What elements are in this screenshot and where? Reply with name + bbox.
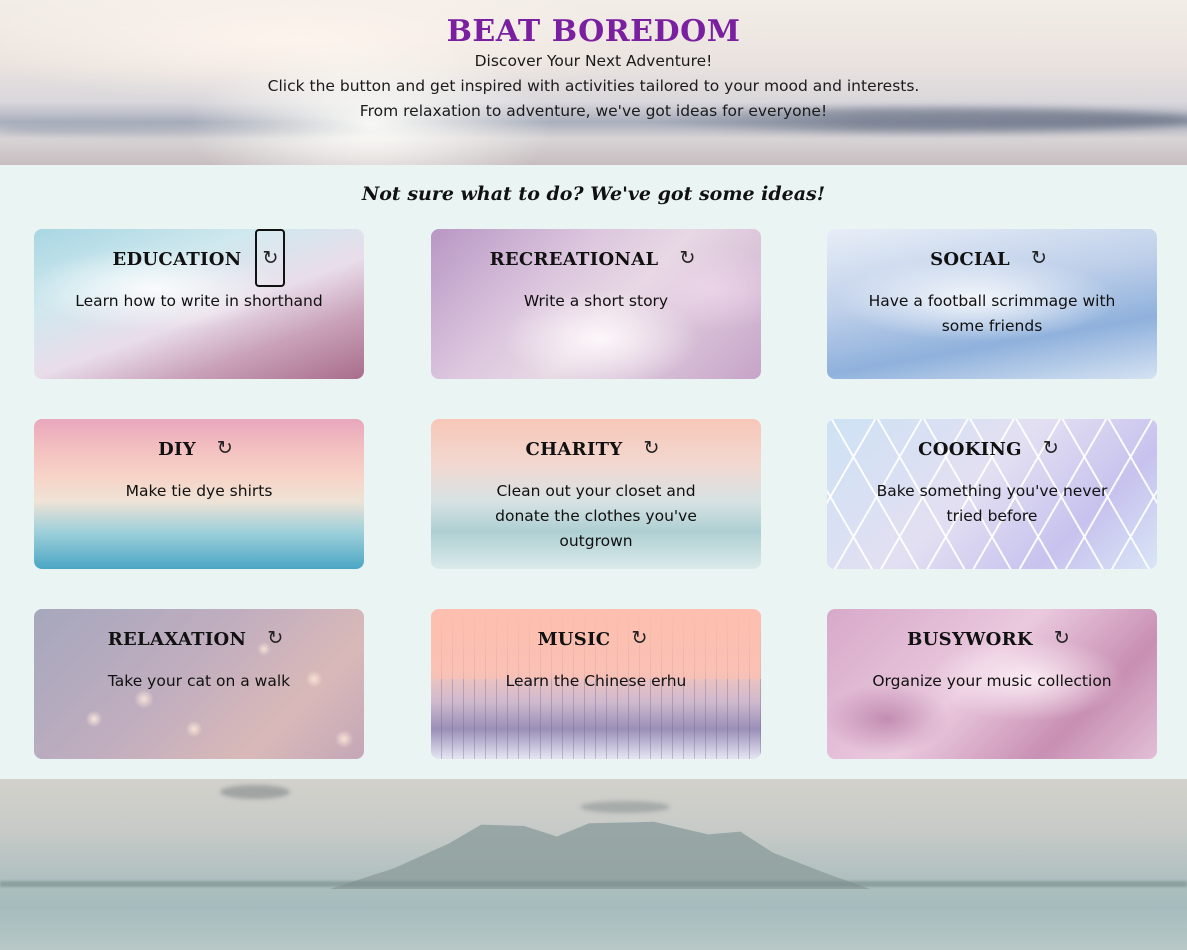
card-title: MUSIC (537, 628, 611, 650)
card-header: DIY ↻ (34, 437, 364, 461)
footer-mountain (330, 821, 870, 889)
refresh-icon[interactable]: ↻ (210, 419, 240, 477)
card-header: MUSIC ↻ (431, 627, 761, 651)
refresh-icon[interactable]: ↻ (255, 229, 286, 287)
hero-tagline: From relaxation to adventure, we've got … (359, 102, 828, 120)
card-cooking: COOKING ↻ Bake something you've never tr… (827, 419, 1157, 569)
site-title: BEAT BOREDOM (446, 14, 741, 49)
card-title: BUSYWORK (907, 628, 1033, 650)
refresh-icon[interactable]: ↻ (1024, 229, 1054, 287)
card-music: MUSIC ↻ Learn the Chinese erhu (431, 609, 761, 759)
hero-subtitle: Discover Your Next Adventure! (474, 52, 713, 70)
hero-wave (0, 122, 420, 136)
card-title: CHARITY (525, 438, 623, 460)
card-education: EDUCATION ↻ Learn how to write in shorth… (34, 229, 364, 379)
footer-cloud (220, 785, 290, 799)
card-activity: Write a short story (523, 292, 669, 310)
hero-description: Click the button and get inspired with a… (267, 77, 920, 95)
card-activity: Organize your music collection (872, 672, 1112, 690)
card-title: EDUCATION (112, 248, 242, 270)
card-activity: Take your cat on a walk (107, 672, 291, 690)
card-activity: Have a football scrimmage with some frie… (868, 292, 1116, 335)
refresh-icon[interactable]: ↻ (637, 419, 667, 477)
card-activity: Clean out your closet and donate the clo… (495, 482, 697, 550)
card-title: DIY (158, 438, 196, 460)
card-title: SOCIAL (930, 248, 1010, 270)
card-header: RELAXATION ↻ (34, 627, 364, 651)
card-activity: Learn the Chinese erhu (505, 672, 687, 690)
section-heading: Not sure what to do? We've got some idea… (361, 183, 826, 205)
card-activity: Make tie dye shirts (125, 482, 273, 500)
card-header: CHARITY ↻ (431, 437, 761, 461)
refresh-icon[interactable]: ↻ (624, 609, 654, 667)
card-charity: CHARITY ↻ Clean out your closet and dona… (431, 419, 761, 569)
card-activity: Bake something you've never tried before (876, 482, 1108, 525)
card-activity: Learn how to write in shorthand (75, 292, 323, 310)
hero-banner: BEAT BOREDOM Discover Your Next Adventur… (0, 0, 1187, 165)
card-recreational: RECREATIONAL ↻ Write a short story (431, 229, 761, 379)
refresh-icon[interactable]: ↻ (1047, 609, 1077, 667)
card-diy: DIY ↻ Make tie dye shirts (34, 419, 364, 569)
footer-shoreline (0, 881, 1187, 887)
card-title: COOKING (918, 438, 1022, 460)
card-title: RELAXATION (107, 628, 247, 650)
card-relaxation: RELAXATION ↻ Take your cat on a walk (34, 609, 364, 759)
card-header: BUSYWORK ↻ (827, 627, 1157, 651)
card-title: RECREATIONAL (489, 248, 659, 270)
footer-cloud (580, 801, 670, 813)
card-header: EDUCATION ↻ (34, 229, 364, 287)
card-busywork: BUSYWORK ↻ Organize your music collectio… (827, 609, 1157, 759)
footer-landscape (0, 779, 1187, 950)
card-header: RECREATIONAL ↻ (431, 247, 761, 271)
refresh-icon[interactable]: ↻ (1036, 419, 1066, 477)
card-header: SOCIAL ↻ (827, 247, 1157, 271)
card-social: SOCIAL ↻ Have a football scrimmage with … (827, 229, 1157, 379)
refresh-icon[interactable]: ↻ (260, 609, 290, 667)
refresh-icon[interactable]: ↻ (672, 229, 702, 287)
card-header: COOKING ↻ (827, 437, 1157, 461)
